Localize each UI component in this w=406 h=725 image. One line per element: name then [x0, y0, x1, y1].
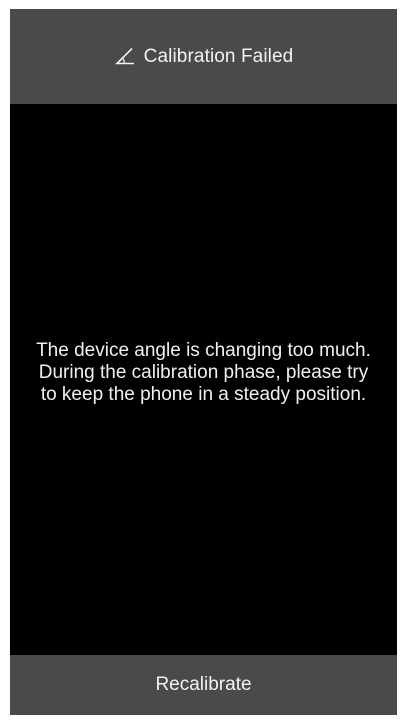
app-screen: Calibration Failed The device angle is c… — [10, 9, 397, 715]
error-message: The device angle is changing too much. D… — [36, 339, 371, 405]
header-bar: Calibration Failed — [10, 9, 397, 104]
angle-icon — [114, 47, 136, 65]
page-title: Calibration Failed — [143, 45, 294, 67]
message-area: The device angle is changing too much. D… — [10, 104, 397, 655]
recalibrate-button[interactable]: Recalibrate — [10, 655, 397, 715]
